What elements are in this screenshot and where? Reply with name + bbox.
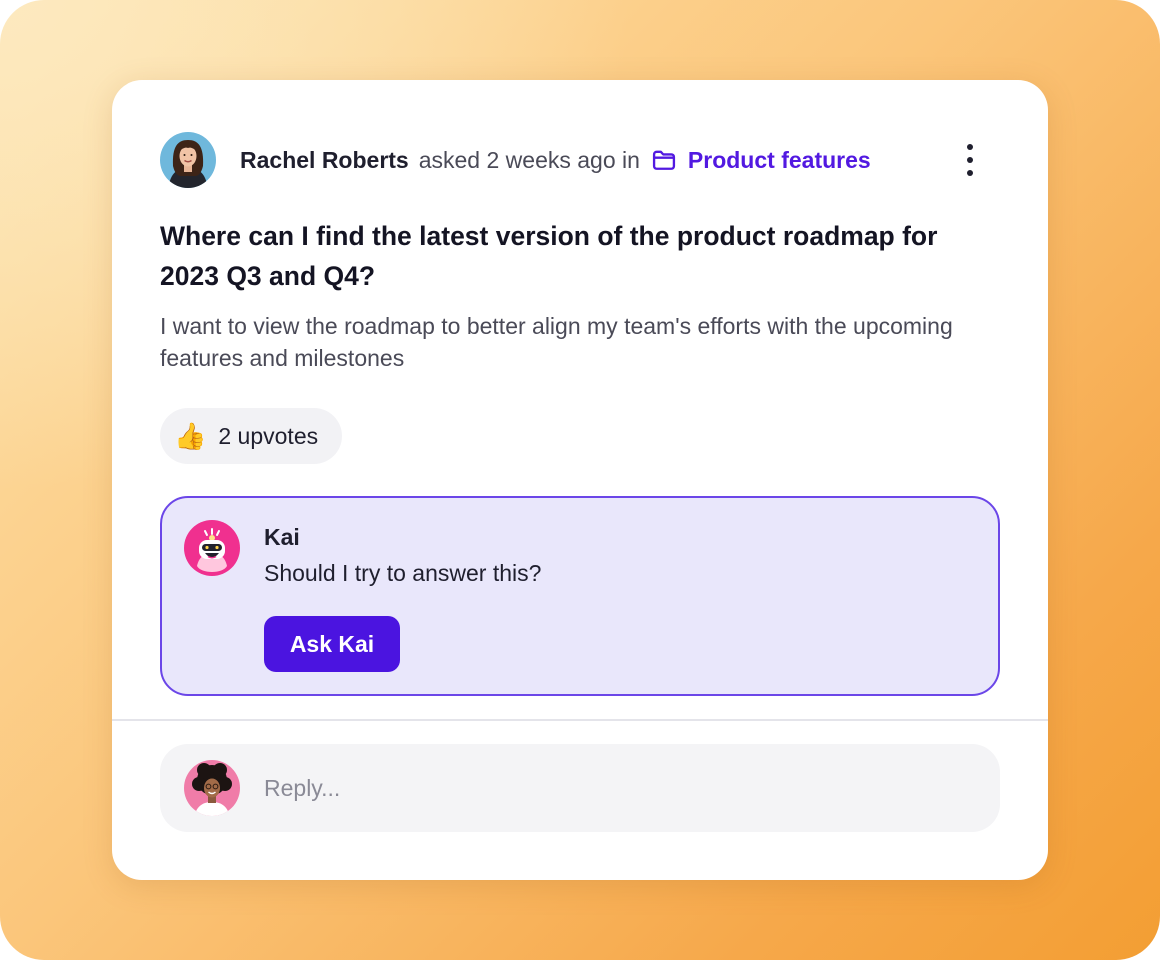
reply-input[interactable] [264, 768, 964, 808]
category-link[interactable]: Product features [650, 146, 871, 174]
upvote-button[interactable]: 👍 2 upvotes [160, 408, 343, 464]
question-body: I want to view the roadmap to better ali… [160, 313, 953, 371]
robot-avatar-icon [184, 520, 240, 576]
current-user-avatar [184, 760, 240, 816]
assistant-suggestion: Kai Should I try to answer this? Ask Kai [160, 496, 1000, 696]
question-card: Rachel Roberts asked 2 weeks ago in Prod… [112, 80, 1048, 880]
upvote-count: 2 upvotes [218, 422, 319, 449]
post-meta: Rachel Roberts asked 2 weeks ago in Prod… [240, 144, 871, 176]
ask-kai-button[interactable]: Ask Kai [264, 616, 400, 672]
question-title: Where can I find the latest version of t… [160, 221, 938, 291]
reply-bar[interactable] [160, 744, 1000, 832]
post-meta-text: asked 2 weeks ago in [418, 146, 640, 173]
author-avatar[interactable] [160, 132, 216, 188]
folder-icon [652, 150, 676, 170]
more-vertical-icon[interactable] [950, 138, 990, 182]
thumbs-up-icon: 👍 [174, 421, 207, 451]
author-name[interactable]: Rachel Roberts [240, 147, 409, 174]
assistant-message: Should I try to answer this? [264, 560, 542, 586]
assistant-name: Kai [264, 524, 300, 550]
divider [112, 719, 1048, 721]
category-label: Product features [687, 146, 871, 173]
